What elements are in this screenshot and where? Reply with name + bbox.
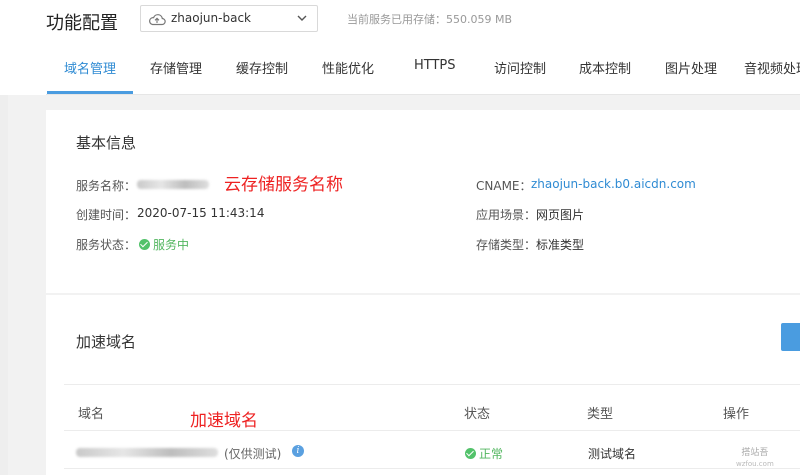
- tab-bar: 域名管理 存储管理 缓存控制 性能优化 HTTPS 访问控制 成本控制 图片处理…: [0, 40, 800, 94]
- service-name-redacted: [137, 180, 209, 189]
- tab-storage[interactable]: 存储管理: [150, 58, 202, 77]
- cname-link[interactable]: zhaojun-back.b0.aicdn.com: [531, 177, 696, 191]
- column-header-domain: 域名: [78, 407, 105, 422]
- tab-domain[interactable]: 域名管理: [64, 58, 116, 77]
- scene-value: 网页图片: [536, 208, 585, 222]
- storage-type-value: 标准类型: [536, 238, 585, 252]
- created-value: 2020-07-15 11:43:14: [137, 206, 265, 220]
- top-bar: 功能配置 zhaojun-back 当前服务已用存储：550.059 MB 域名…: [0, 0, 800, 95]
- service-name-annotation: 云存储服务名称: [224, 175, 343, 195]
- cloud-icon: [149, 14, 166, 26]
- tab-cache[interactable]: 缓存控制: [236, 58, 288, 77]
- accel-domain-title: 加速域名: [76, 333, 137, 351]
- tab-image[interactable]: 图片处理: [665, 58, 717, 77]
- check-circle-icon: [139, 239, 150, 250]
- status-value: 服务中: [139, 236, 189, 253]
- basic-info-title: 基本信息: [76, 134, 137, 152]
- created-label: 创建时间：: [76, 208, 137, 222]
- domain-redacted: [76, 448, 218, 457]
- add-domain-button[interactable]: [781, 323, 800, 351]
- table-top-divider: [64, 384, 800, 385]
- status-text: 服务中: [153, 238, 190, 252]
- info-icon[interactable]: i: [292, 445, 304, 457]
- chevron-down-icon: [297, 15, 307, 21]
- tab-https[interactable]: HTTPS: [414, 58, 456, 73]
- bucket-name: zhaojun-back: [171, 11, 251, 25]
- scene-label: 应用场景：: [476, 208, 537, 222]
- tab-media[interactable]: 音视频处理: [744, 58, 800, 77]
- row-type: 测试域名: [588, 447, 637, 461]
- bucket-select[interactable]: zhaojun-back: [140, 5, 318, 32]
- basic-info-panel: [46, 110, 800, 293]
- row-status: 正常: [465, 445, 503, 462]
- tab-cost[interactable]: 成本控制: [579, 58, 631, 77]
- service-name-label: 服务名称：: [76, 179, 137, 193]
- row-status-text: 正常: [479, 447, 504, 461]
- tab-access[interactable]: 访问控制: [494, 58, 546, 77]
- watermark: 搭站吾 wzfou.com: [736, 448, 774, 470]
- watermark-line2: wzfou.com: [736, 460, 774, 468]
- table-row-divider: [64, 468, 800, 469]
- accel-domain-annotation: 加速域名: [190, 411, 258, 431]
- tab-divider: [46, 94, 800, 95]
- domain-suffix: (仅供测试): [224, 447, 282, 461]
- cname-label: CNAME：: [476, 179, 532, 193]
- check-circle-icon: [465, 448, 476, 459]
- status-label: 服务状态：: [76, 238, 137, 252]
- table-header-divider: [64, 430, 800, 431]
- page-title: 功能配置: [46, 13, 118, 34]
- tab-performance[interactable]: 性能优化: [322, 58, 374, 77]
- storage-type-label: 存储类型：: [476, 238, 537, 252]
- column-header-actions: 操作: [723, 407, 750, 422]
- watermark-line1: 搭站吾: [741, 448, 769, 458]
- storage-usage: 当前服务已用存储：550.059 MB: [347, 13, 513, 26]
- column-header-status: 状态: [464, 407, 491, 422]
- column-header-type: 类型: [587, 407, 614, 422]
